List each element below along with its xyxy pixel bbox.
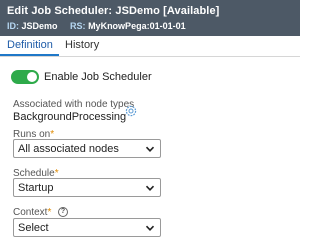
tab-definition[interactable]: Definition — [7, 39, 53, 51]
context-label: Context* — [13, 207, 51, 218]
toggle-knob — [27, 72, 37, 82]
chevron-down-icon — [145, 225, 155, 231]
rs-key: RS: — [70, 21, 86, 31]
node-types-value: BackgroundProcessing — [13, 111, 127, 123]
schedule-selected-value: Startup — [18, 182, 54, 194]
runs-on-selected-value: All associated nodes — [18, 143, 119, 155]
context-label-text: Context — [13, 207, 48, 218]
chevron-down-icon — [145, 185, 155, 191]
chevron-down-icon — [145, 146, 155, 152]
node-types-label: Associated with node types — [13, 99, 135, 110]
rs-value: MyKnowPega:01-01-01 — [88, 21, 186, 31]
required-marker: * — [47, 207, 52, 218]
context-select[interactable]: Select — [13, 218, 161, 237]
help-icon[interactable]: ? — [58, 207, 68, 217]
tab-bar: Definition History — [0, 36, 300, 57]
tab-history[interactable]: History — [65, 39, 99, 51]
rule-metadata: ID: JSDemo RS: MyKnowPega:01-01-01 — [7, 21, 196, 31]
active-tab-indicator — [0, 54, 59, 56]
id-key: ID: — [7, 21, 19, 31]
window-header: Edit Job Scheduler: JSDemo [Available] I… — [0, 0, 300, 36]
runs-on-select[interactable]: All associated nodes — [13, 139, 161, 158]
schedule-select[interactable]: Startup — [13, 178, 161, 197]
context-selected-value: Select — [18, 222, 49, 234]
gear-icon[interactable] — [124, 104, 138, 118]
enable-job-scheduler-label: Enable Job Scheduler — [44, 71, 152, 83]
id-value: JSDemo — [21, 21, 58, 31]
enable-job-scheduler-toggle[interactable] — [11, 70, 39, 84]
page-title: Edit Job Scheduler: JSDemo [Available] — [7, 5, 220, 17]
